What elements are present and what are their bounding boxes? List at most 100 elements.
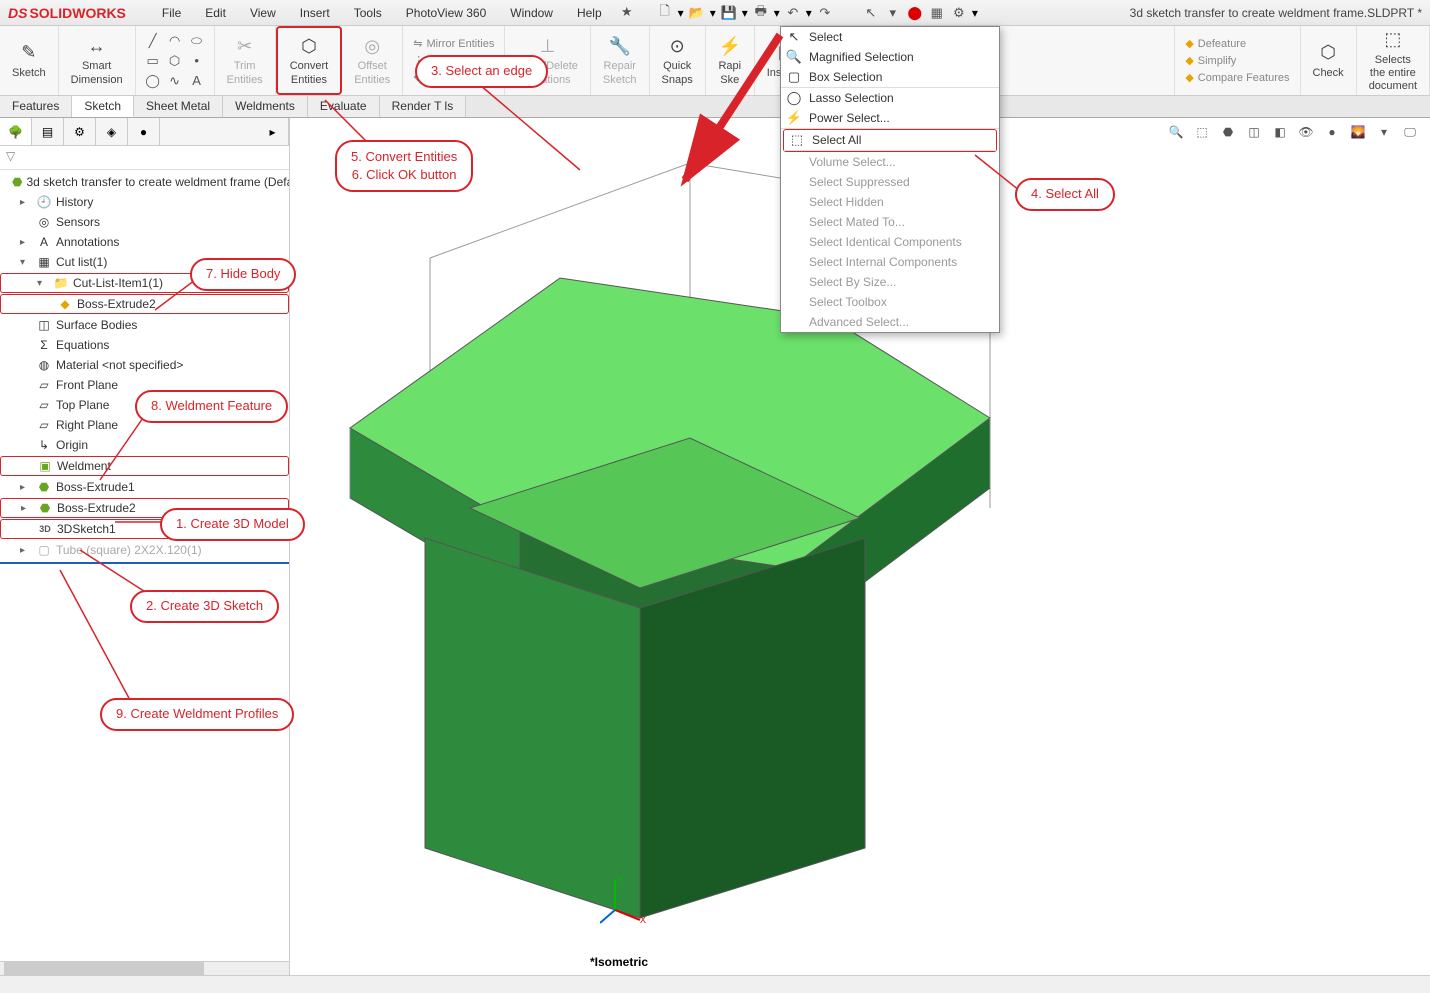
mirror-entities-button[interactable]: ⇋Mirror Entities <box>409 35 498 52</box>
tab-weldments[interactable]: Weldments <box>223 96 308 117</box>
select-menu-item: Select By Size... <box>781 272 999 292</box>
menu-photoview[interactable]: PhotoView 360 <box>398 3 495 23</box>
tree-sensors[interactable]: ◎Sensors <box>0 212 289 232</box>
arc-icon[interactable]: ◠ <box>166 32 184 50</box>
view-triad[interactable]: Y X <box>600 875 650 925</box>
tab-features[interactable]: Features <box>0 96 72 117</box>
sketch-button[interactable]: ✎Sketch <box>6 39 52 82</box>
slot-icon[interactable]: ⬭ <box>188 32 206 50</box>
rect-icon[interactable]: ▭ <box>144 52 162 70</box>
text-icon[interactable]: A <box>188 72 206 90</box>
select-menu-item[interactable]: 🔍Magnified Selection <box>781 47 999 67</box>
rebuild-icon[interactable]: ⬤ <box>906 4 924 22</box>
smart-dimension-button[interactable]: ↔Smart Dimension <box>65 32 129 88</box>
tree-annotations[interactable]: ▸AAnnotations <box>0 232 289 252</box>
callout-create-3d-sketch: 2. Create 3D Sketch <box>130 590 279 623</box>
circle-icon[interactable]: ◯ <box>144 72 162 90</box>
save-icon[interactable]: 💾 <box>720 4 738 22</box>
undo-icon[interactable]: ↶ <box>784 4 802 22</box>
compare-features-button[interactable]: ◆Compare Features <box>1181 69 1293 86</box>
offset-entities-button[interactable]: ◎Offset Entities <box>348 32 396 88</box>
part-icon: ⬣ <box>12 174 22 190</box>
spline-icon[interactable]: ∿ <box>166 72 184 90</box>
panel-scrollbar-h[interactable] <box>0 961 289 975</box>
select-menu-item: Advanced Select... <box>781 312 999 332</box>
solid-icon: ◆ <box>57 296 73 312</box>
select-menu-item[interactable]: ⬚Select All <box>784 130 996 151</box>
feature-filter[interactable]: ▽ <box>0 146 289 170</box>
extrude-icon: ⬣ <box>37 500 53 516</box>
panel-tab-property[interactable]: ▤ <box>32 118 64 145</box>
convert-entities-button[interactable]: ⬡Convert Entities <box>284 32 335 88</box>
select-menu-item[interactable]: ⚡Power Select... <box>781 108 999 129</box>
gear-icon[interactable]: ⚙ <box>950 4 968 22</box>
plane-icon: ▱ <box>36 397 52 413</box>
tree-material[interactable]: ◍Material <not specified> <box>0 355 289 375</box>
menu-window[interactable]: Window <box>502 3 561 23</box>
select-menu-item: Select Internal Components <box>781 252 999 272</box>
tree-surface-bodies[interactable]: ◫Surface Bodies <box>0 315 289 335</box>
origin-icon: ↳ <box>36 437 52 453</box>
search-icon[interactable]: ★ <box>618 3 636 21</box>
select-menu-item[interactable]: ◯Lasso Selection <box>781 88 999 108</box>
open-icon[interactable]: 📂 <box>688 4 706 22</box>
trim-entities-button[interactable]: ✂Trim Entities <box>221 32 269 88</box>
panel-tab-dimxpert[interactable]: ◈ <box>96 118 128 145</box>
panel-tab-config[interactable]: ⚙ <box>64 118 96 145</box>
app-name: SOLIDWORKS <box>29 5 125 21</box>
folder-icon: 📁 <box>53 275 69 291</box>
line-icon[interactable]: ╱ <box>144 32 162 50</box>
tree-history[interactable]: ▸🕘History <box>0 192 289 212</box>
new-icon[interactable]: 🗋 <box>656 4 674 22</box>
print-icon[interactable]: 🖶 <box>752 4 770 22</box>
selects-icon: ⬚ <box>1381 28 1405 52</box>
tab-render-tools[interactable]: Render T ls <box>380 96 467 117</box>
redo-icon[interactable]: ↷ <box>816 4 834 22</box>
tree-equations[interactable]: ΣEquations <box>0 335 289 355</box>
svg-text:X: X <box>640 915 646 925</box>
selects-document-button[interactable]: ⬚Selects the entire document <box>1363 26 1423 96</box>
sensors-icon: ◎ <box>36 214 52 230</box>
select-menu-item[interactable]: ↖Select <box>781 27 999 47</box>
point-icon[interactable]: • <box>188 52 206 70</box>
menu-item-icon: ⬚ <box>788 132 806 148</box>
select-dropdown-icon[interactable]: ▾ <box>884 4 902 22</box>
tree-root[interactable]: ⬣3d sketch transfer to create weldment f… <box>0 172 289 192</box>
tab-sheet-metal[interactable]: Sheet Metal <box>134 96 223 117</box>
sketch-icon: ✎ <box>17 41 41 65</box>
material-icon: ◍ <box>36 357 52 373</box>
check-icon: ⬡ <box>1316 41 1340 65</box>
tab-sketch[interactable]: Sketch <box>72 96 134 117</box>
panel-tab-display[interactable]: ● <box>128 118 160 145</box>
relations-icon: ⊥ <box>536 34 560 58</box>
history-icon: 🕘 <box>36 194 52 210</box>
defeature-button[interactable]: ◆Defeature <box>1181 35 1250 52</box>
repair-sketch-button[interactable]: 🔧Repair Sketch <box>597 32 643 88</box>
compare-icon: ◆ <box>1185 71 1193 84</box>
simplify-button[interactable]: ◆Simplify <box>1181 52 1240 69</box>
main-area: 🌳 ▤ ⚙ ◈ ● ▸ ▽ ⬣3d sketch transfer to cre… <box>0 118 1430 975</box>
panel-tab-feature-tree[interactable]: 🌳 <box>0 118 32 145</box>
options-icon[interactable]: ▦ <box>928 4 946 22</box>
polygon-icon[interactable]: ⬡ <box>166 52 184 70</box>
weldment-icon: ▣ <box>37 458 53 474</box>
tube-icon: ▢ <box>36 542 52 558</box>
cutlist-icon: ▦ <box>36 254 52 270</box>
select-flyout-menu: ↖Select🔍Magnified Selection▢Box Selectio… <box>780 26 1000 333</box>
select-cursor-icon[interactable]: ↖ <box>862 4 880 22</box>
menu-edit[interactable]: Edit <box>197 3 234 23</box>
menu-help[interactable]: Help <box>569 3 610 23</box>
plane-icon: ▱ <box>36 377 52 393</box>
callout-line <box>95 410 150 485</box>
menu-tools[interactable]: Tools <box>346 3 390 23</box>
menu-insert[interactable]: Insert <box>292 3 338 23</box>
panel-collapse-icon[interactable]: ▸ <box>257 118 289 145</box>
repair-icon: 🔧 <box>608 34 632 58</box>
select-menu-item[interactable]: ▢Box Selection <box>781 67 999 88</box>
title-bar: DS SOLIDWORKS File Edit View Insert Tool… <box>0 0 1430 26</box>
menu-file[interactable]: File <box>154 3 189 23</box>
menu-view[interactable]: View <box>242 3 284 23</box>
tree-boss-extrude2-child[interactable]: ◆Boss-Extrude2 <box>0 294 289 314</box>
annotations-icon: A <box>36 234 52 250</box>
check-button[interactable]: ⬡Check <box>1307 39 1350 82</box>
